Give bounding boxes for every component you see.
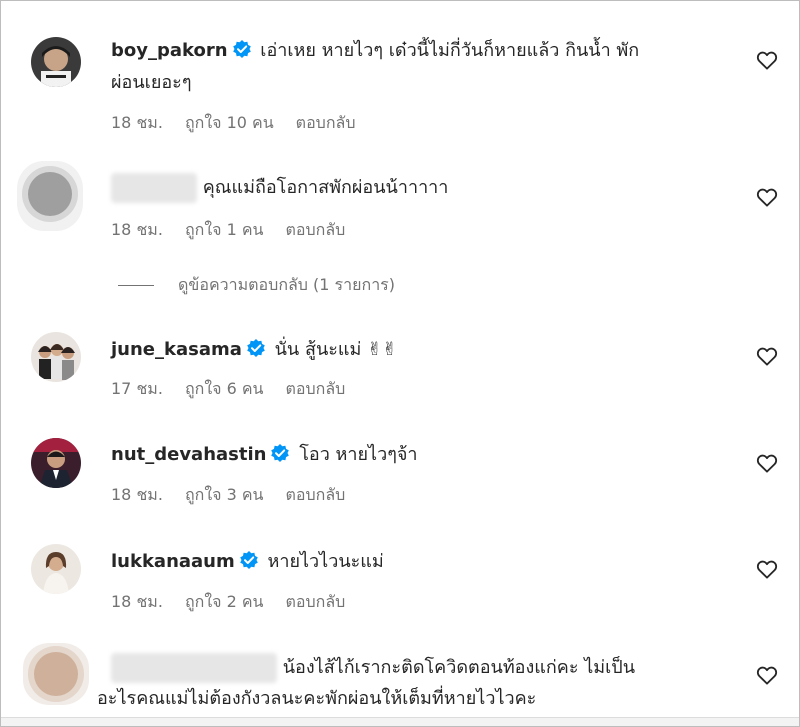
avatar-woman-icon xyxy=(31,544,81,594)
comments-panel: boy_pakorn เอ่าเหย หายไวๆ เด๋วนี้ไม่กี่ว… xyxy=(0,0,800,727)
comment-text: หายไวไวนะแม่ xyxy=(267,551,384,572)
comment-line-1: คุณแม่ถือโอกาสพักผ่อนน้าาาาา xyxy=(111,172,709,204)
avatar-blurred-icon xyxy=(17,161,83,231)
comment-username[interactable]: june_kasama xyxy=(111,339,242,360)
view-replies-divider xyxy=(118,285,154,286)
avatar[interactable] xyxy=(31,332,81,382)
comment-likes[interactable]: ถูกใจ 2 คน xyxy=(185,592,264,611)
comment-likes[interactable]: ถูกใจ 10 คน xyxy=(185,113,274,132)
comment-line-1: น้องไส้ไก้เรากะติดโควิดตอนท้องแก่คะ ไม่เ… xyxy=(111,652,709,684)
avatar[interactable] xyxy=(31,438,81,488)
reply-button[interactable]: ตอบกลับ xyxy=(286,592,346,611)
comment-username-blurred[interactable] xyxy=(111,173,197,203)
avatar-man-suit-icon xyxy=(31,438,81,488)
verified-badge-icon xyxy=(271,444,290,462)
avatar-blurred-icon xyxy=(23,643,89,705)
reply-button[interactable]: ตอบกลับ xyxy=(296,113,356,132)
comment-likes[interactable]: ถูกใจ 6 คน xyxy=(185,379,264,398)
comment-text: น้องไส้ไก้เรากะติดโควิดตอนท้องแก่คะ ไม่เ… xyxy=(282,657,636,678)
heart-outline-icon[interactable] xyxy=(756,453,778,473)
verified-badge-icon xyxy=(247,339,265,357)
heart-outline-icon[interactable] xyxy=(756,187,778,207)
comment-meta: 18 ชม. ถูกใจ 2 คน ตอบกลับ xyxy=(111,590,367,615)
comment-time: 18 ชม. xyxy=(111,113,163,132)
comment-meta: 18 ชม. ถูกใจ 10 คน ตอบกลับ xyxy=(111,111,377,136)
verified-badge-icon xyxy=(232,40,251,58)
comment-text-continued: อะไรคณแม่ไม่ต้องกังวลนะคะพักผ่อนให้เต็มท… xyxy=(97,688,537,709)
comment-text: โอว หายไวๆจ้า xyxy=(299,444,418,465)
reply-button[interactable]: ตอบกลับ xyxy=(286,220,346,239)
reply-button[interactable]: ตอบกลับ xyxy=(286,485,346,504)
comment-username[interactable]: nut_devahastin xyxy=(111,444,266,465)
comment-username[interactable]: boy_pakorn xyxy=(111,40,228,61)
comment-line-1: lukkanaaum หายไวไวนะแม่ xyxy=(111,546,709,578)
heart-outline-icon[interactable] xyxy=(756,665,778,685)
avatar[interactable] xyxy=(31,544,81,594)
verified-badge-icon xyxy=(239,551,258,569)
comment-line-1: boy_pakorn เอ่าเหย หายไวๆ เด๋วนี้ไม่กี่ว… xyxy=(111,35,709,67)
comment-meta: 17 ชม. ถูกใจ 6 คน ตอบกลับ xyxy=(111,377,367,402)
avatar-man-cap-icon xyxy=(31,37,81,87)
comment-time: 18 ชม. xyxy=(111,485,163,504)
comment-time: 18 ชม. xyxy=(111,220,163,239)
avatar[interactable] xyxy=(31,37,81,87)
comment-meta: 18 ชม. ถูกใจ 3 คน ตอบกลับ xyxy=(111,483,367,508)
heart-outline-icon[interactable] xyxy=(756,559,778,579)
bottom-edge xyxy=(1,717,799,726)
heart-outline-icon[interactable] xyxy=(756,50,778,70)
comment-time: 18 ชม. xyxy=(111,592,163,611)
reply-button[interactable]: ตอบกลับ xyxy=(286,379,346,398)
comment-likes[interactable]: ถูกใจ 1 คน xyxy=(185,220,264,239)
view-replies-label: ดูข้อความตอบกลับ (1 รายการ) xyxy=(178,275,396,294)
comment-likes[interactable]: ถูกใจ 3 คน xyxy=(185,485,264,504)
comment-text-continued: ผ่อนเยอะๆ xyxy=(111,72,192,93)
avatar[interactable] xyxy=(17,161,83,231)
avatar[interactable] xyxy=(23,643,89,705)
comment-username[interactable]: lukkanaaum xyxy=(111,551,235,572)
view-replies-button[interactable]: ดูข้อความตอบกลับ (1 รายการ) xyxy=(118,273,395,298)
comment-text: เอ่าเหย หายไวๆ เด๋วนี้ไม่กี่วันก็หายแล้ว… xyxy=(260,40,640,61)
comment-line-2: ผ่อนเยอะๆ xyxy=(111,67,709,99)
comment-text: นั่น สู้นะแม่ ✌✌ xyxy=(274,339,398,360)
heart-outline-icon[interactable] xyxy=(756,346,778,366)
comment-line-1: june_kasama นั่น สู้นะแม่ ✌✌ xyxy=(111,334,709,366)
avatar-group-photo-icon xyxy=(31,332,81,382)
comment-line-2: อะไรคณแม่ไม่ต้องกังวลนะคะพักผ่อนให้เต็มท… xyxy=(97,683,709,715)
comment-time: 17 ชม. xyxy=(111,379,163,398)
comment-meta: 18 ชม. ถูกใจ 1 คน ตอบกลับ xyxy=(111,218,367,243)
comment-line-1: nut_devahastin โอว หายไวๆจ้า xyxy=(111,439,709,471)
comment-username-blurred[interactable] xyxy=(111,653,277,683)
comment-text: คุณแม่ถือโอกาสพักผ่อนน้าาาาา xyxy=(202,177,449,198)
